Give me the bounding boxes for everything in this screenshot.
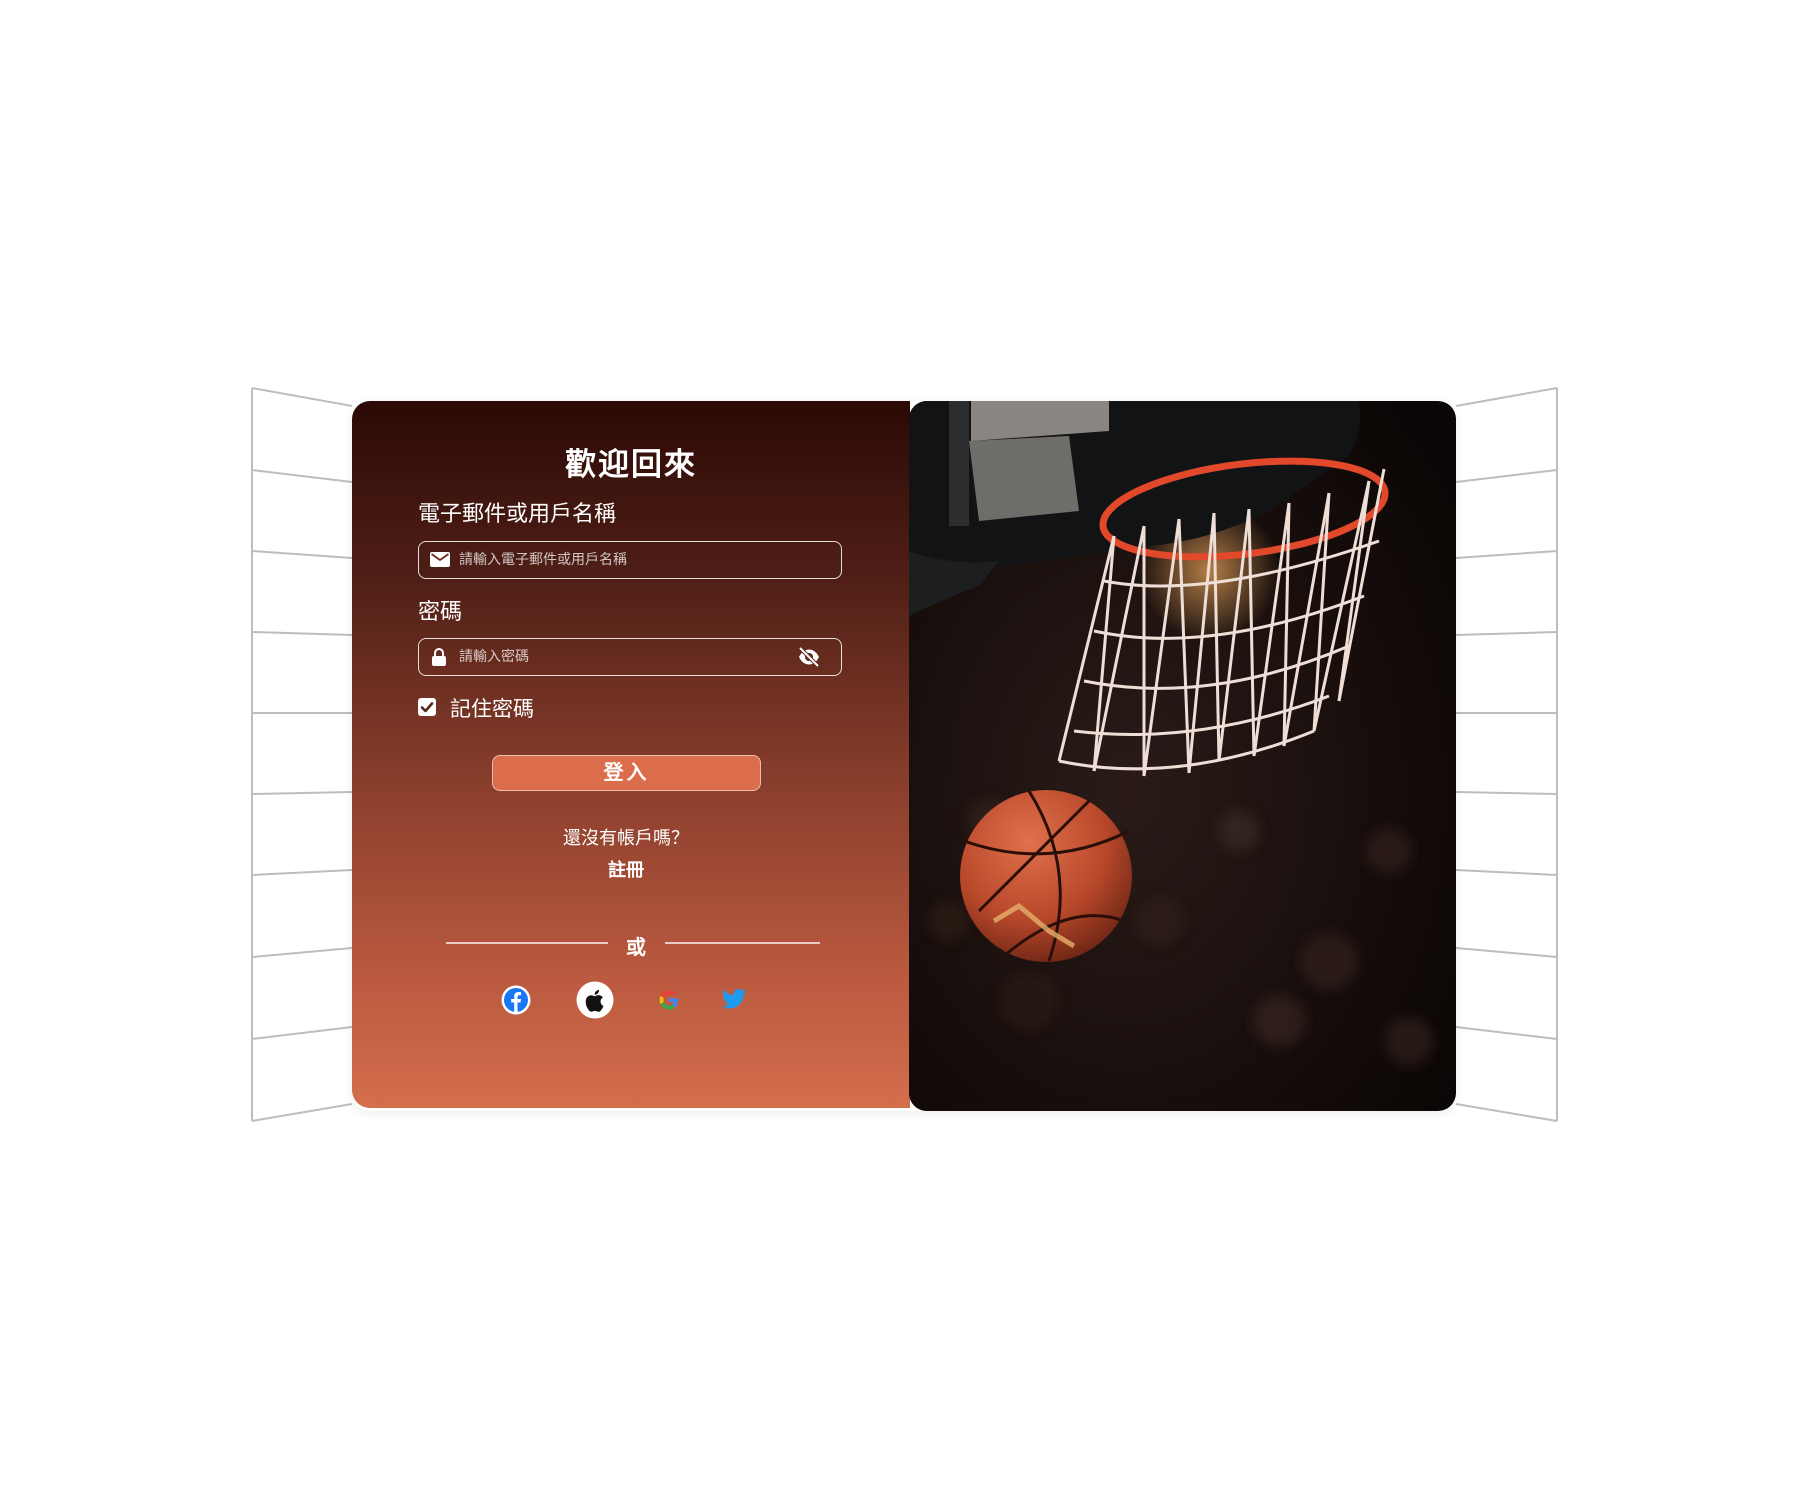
divider-left — [446, 942, 608, 944]
apple-login-button[interactable] — [576, 981, 614, 1023]
basketball-hoop-illustration — [909, 401, 1456, 1111]
password-input[interactable] — [459, 639, 789, 675]
password-label: 密碼 — [418, 600, 463, 625]
lock-icon — [431, 647, 447, 671]
twitter-icon — [722, 989, 746, 1009]
signup-link[interactable]: 註冊 — [352, 856, 900, 882]
apple-icon — [576, 981, 614, 1019]
remember-label: 記住密碼 — [450, 697, 534, 721]
or-separator: 或 — [626, 935, 646, 959]
login-form-panel: 歡迎回來 電子郵件或用戶名稱 密碼 — [352, 401, 910, 1108]
login-card: 歡迎回來 電子郵件或用戶名稱 密碼 — [352, 401, 1456, 1111]
login-button[interactable]: 登入 — [492, 755, 761, 791]
email-field[interactable] — [418, 541, 842, 579]
no-account-text: 還沒有帳戶嗎？ — [563, 828, 689, 849]
hero-image — [909, 401, 1456, 1111]
email-label: 電子郵件或用戶名稱 — [418, 502, 617, 527]
page-title: 歡迎回來 — [565, 447, 697, 483]
divider-right — [665, 942, 820, 944]
email-input[interactable] — [459, 542, 789, 578]
remember-checkbox[interactable] — [418, 698, 436, 716]
twitter-login-button[interactable] — [721, 987, 747, 1015]
mail-icon — [430, 551, 450, 573]
google-icon — [659, 990, 678, 1010]
basketball — [960, 790, 1132, 962]
eye-off-icon[interactable] — [797, 646, 821, 671]
check-icon — [420, 702, 434, 713]
facebook-icon — [501, 985, 531, 1015]
google-login-button[interactable] — [658, 989, 680, 1015]
facebook-login-button[interactable] — [501, 985, 531, 1019]
password-field[interactable] — [418, 638, 842, 676]
